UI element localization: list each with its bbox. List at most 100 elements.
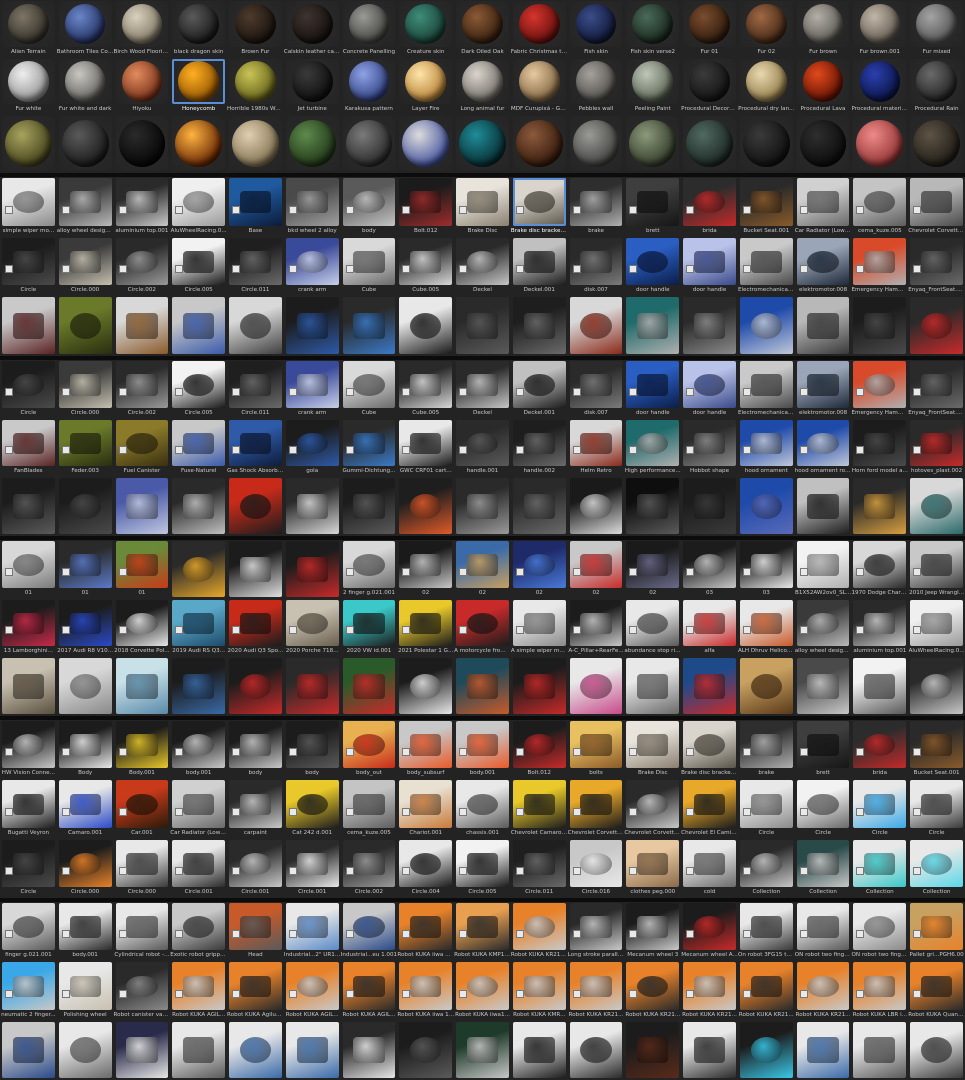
asset-tile[interactable] <box>0 657 57 716</box>
asset-tile[interactable]: Circle.005 <box>454 839 511 898</box>
asset-tile[interactable]: Emergency Hamm... <box>851 360 908 419</box>
asset-tile[interactable]: Procedural Lava <box>795 58 852 116</box>
asset-tile[interactable] <box>795 1021 852 1080</box>
asset-tile[interactable] <box>681 657 738 716</box>
asset-tile[interactable]: Circle.000 <box>114 839 171 898</box>
asset-tile[interactable]: Hobbot shape <box>681 419 738 478</box>
asset-tile[interactable] <box>511 477 568 536</box>
asset-tile[interactable]: elektromotor.008 <box>795 237 852 297</box>
asset-tile[interactable]: simple wiper mo... <box>0 177 57 237</box>
asset-tile[interactable]: Gummi-Dichtung... <box>341 419 398 478</box>
asset-tile[interactable]: AluWheelRacing.0... <box>170 177 227 237</box>
asset-tile[interactable]: Bathroom Tiles Col... <box>57 0 114 58</box>
asset-tile[interactable]: body_subsurf <box>397 720 454 779</box>
asset-tile[interactable]: Gas Shock Absorbe... <box>227 419 284 478</box>
asset-tile[interactable]: door handle <box>624 237 681 297</box>
asset-tile[interactable]: disk.007 <box>568 360 625 419</box>
asset-tile[interactable]: Birch Wood Floorin... <box>114 0 170 58</box>
asset-tile[interactable]: Car.001 <box>114 779 171 838</box>
asset-tile[interactable] <box>851 296 908 356</box>
asset-tile[interactable] <box>851 477 908 536</box>
asset-tile[interactable]: FanBlades <box>0 419 57 478</box>
asset-tile[interactable]: body <box>341 177 398 237</box>
asset-tile[interactable] <box>0 115 57 173</box>
asset-tile[interactable]: High performance... <box>624 419 681 478</box>
asset-tile[interactable] <box>341 1021 398 1080</box>
asset-tile[interactable]: A motorcycle from... <box>454 599 511 658</box>
asset-tile[interactable]: brida <box>681 177 738 237</box>
asset-tile[interactable]: Circle <box>0 360 57 419</box>
asset-tile[interactable]: Feder.003 <box>57 419 114 478</box>
asset-tile[interactable] <box>511 657 568 716</box>
asset-tile[interactable] <box>795 657 852 716</box>
asset-tile[interactable] <box>568 296 625 356</box>
asset-tile[interactable]: Brake disc bracket... <box>681 720 738 779</box>
asset-tile[interactable]: brett <box>624 177 681 237</box>
asset-tile[interactable]: Exotic robot grippe... <box>170 902 227 961</box>
asset-tile[interactable] <box>908 115 965 173</box>
asset-tile[interactable] <box>397 1021 454 1080</box>
asset-tile[interactable]: Chariot.001 <box>397 779 454 838</box>
asset-tile[interactable]: Enyaq_FrontSeat.0... <box>908 360 965 419</box>
asset-tile[interactable]: 02 <box>454 540 511 599</box>
asset-tile[interactable]: 2021 Polestar 1 G... <box>397 599 454 658</box>
asset-tile[interactable] <box>681 296 738 356</box>
asset-tile[interactable]: hotoves_plast.002 <box>908 419 965 478</box>
asset-tile[interactable]: gola <box>284 419 341 478</box>
asset-tile[interactable]: Circle.016 <box>568 839 625 898</box>
asset-tile[interactable]: Procedural Decora... <box>681 58 738 116</box>
asset-tile[interactable]: Cube.005 <box>397 237 454 297</box>
asset-tile[interactable] <box>284 296 341 356</box>
asset-tile[interactable]: elektromotor.008 <box>795 360 852 419</box>
asset-tile[interactable]: 2019 Audi RS Q3... <box>170 599 227 658</box>
asset-tile[interactable]: On robot 3FG15 th... <box>738 902 795 961</box>
asset-tile[interactable]: Circle <box>738 779 795 838</box>
asset-tile[interactable]: Mecanum wheel 3 <box>624 902 681 961</box>
asset-tile[interactable]: Bucket Seat.001 <box>908 720 965 779</box>
asset-tile[interactable]: ON robot two finge... <box>795 902 851 961</box>
asset-tile[interactable]: Robot KUKA LBR i... <box>851 961 908 1020</box>
asset-tile[interactable]: Chevrolet Corvette... <box>568 779 624 838</box>
asset-tile[interactable] <box>227 296 284 356</box>
asset-tile[interactable]: 01 <box>0 540 57 599</box>
asset-tile[interactable]: body.001 <box>454 720 511 779</box>
asset-tile[interactable]: Robot KUKA iiwa 14 dual <box>397 902 454 961</box>
asset-tile[interactable]: Helm Retro <box>568 419 625 478</box>
asset-tile[interactable] <box>114 477 171 536</box>
asset-tile[interactable]: 01 <box>114 540 171 599</box>
asset-tile[interactable] <box>511 115 568 173</box>
asset-tile[interactable]: Robot canister vac... <box>114 961 170 1020</box>
asset-tile[interactable] <box>738 115 795 173</box>
asset-tile[interactable] <box>624 296 681 356</box>
asset-tile[interactable] <box>284 1021 341 1080</box>
asset-tile[interactable]: Circle.004 <box>397 839 454 898</box>
asset-tile[interactable] <box>114 1021 171 1080</box>
asset-tile[interactable]: handle.001 <box>454 419 511 478</box>
asset-tile[interactable] <box>341 657 398 716</box>
asset-tile[interactable]: Robot KUKA KR21... <box>681 961 738 1020</box>
asset-tile[interactable]: Horrible 1980s Wa... <box>227 58 284 116</box>
asset-tile[interactable]: HW Vision Conne... <box>0 720 57 779</box>
asset-tile[interactable]: Robot KUKA AGIL... <box>170 961 227 1020</box>
asset-tile[interactable]: Fur mixed <box>908 0 965 58</box>
asset-tile[interactable] <box>738 477 795 536</box>
asset-tile[interactable]: Robot KUKA KR21... <box>795 961 852 1020</box>
asset-tile[interactable]: Circle <box>851 779 908 838</box>
asset-tile[interactable]: 01 <box>57 540 114 599</box>
asset-tile[interactable]: Circle.002 <box>114 237 171 297</box>
asset-tile[interactable] <box>284 477 341 536</box>
asset-tile[interactable]: 02 <box>568 540 625 599</box>
asset-tile[interactable]: body.001 <box>57 902 114 961</box>
asset-tile[interactable] <box>511 1021 568 1080</box>
asset-tile[interactable] <box>0 296 57 356</box>
asset-tile[interactable]: 13 Lamborghini... <box>0 599 57 658</box>
asset-tile[interactable]: Hiyoku <box>114 58 171 116</box>
asset-tile[interactable]: Robot KUKA Quant... <box>908 961 965 1020</box>
asset-tile[interactable]: hood ornament <box>738 419 795 478</box>
asset-tile[interactable]: Circle <box>908 779 965 838</box>
asset-tile[interactable] <box>341 115 398 173</box>
asset-tile[interactable] <box>57 296 114 356</box>
asset-tile[interactable]: Bolt.012 <box>397 177 454 237</box>
asset-tile[interactable]: Fur white and dark <box>57 58 114 116</box>
asset-tile[interactable]: hood ornament ror... <box>795 419 851 478</box>
